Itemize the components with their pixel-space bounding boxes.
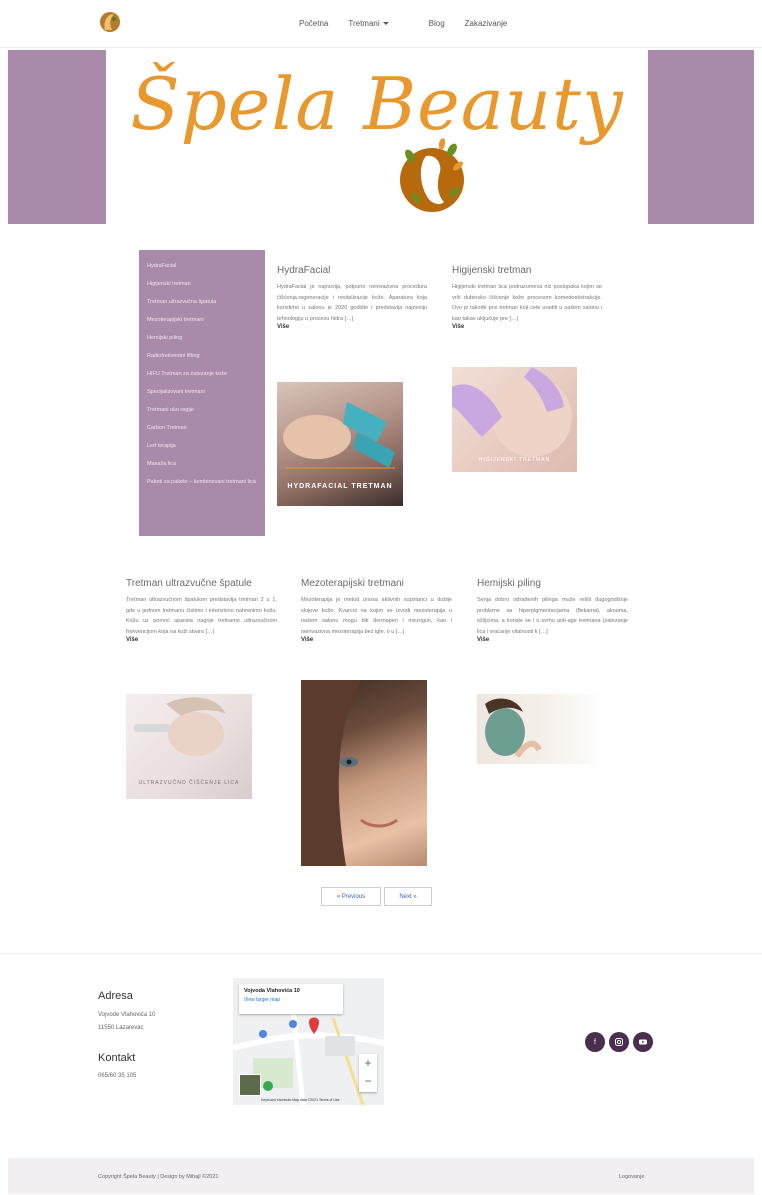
post-title[interactable]: HydraFacial — [277, 265, 427, 276]
map-place-name: Vojvoda Vlahovića 10 — [244, 988, 300, 994]
map-attribution: Keyboard shortcuts Map data ©2021 Terms … — [261, 1098, 340, 1102]
woman-face-emblem-icon — [396, 136, 468, 216]
read-more-link[interactable]: Više — [301, 637, 452, 643]
view-larger-map-link[interactable]: View larger map — [244, 997, 338, 1003]
sidebar-item-radiofrequency[interactable]: Radiofrekventni lifting — [147, 353, 257, 360]
nav-treatments-label: Tretmani — [348, 19, 380, 28]
post-image-hydrafacial[interactable]: HYDRAFACIAL TRETMAN — [277, 382, 403, 506]
hero-logo-area: Špela Beauty — [106, 50, 648, 224]
nav-booking[interactable]: Zakazivanje — [465, 19, 508, 28]
sidebar-item-hygienic[interactable]: Higijenski tretman — [147, 281, 257, 288]
facebook-icon[interactable]: f — [585, 1032, 605, 1052]
post-hydrafacial: HydraFacial HydraFacial je najnovija, po… — [277, 265, 427, 334]
phone-number[interactable]: 065/60 35 105 — [98, 1071, 136, 1082]
post-hygienic: Higijenski tretman Higijenski tretman li… — [452, 265, 602, 334]
chevron-down-icon — [382, 22, 389, 26]
post-mesotherapy: Mezoterapijski tretmani Mezoterapija je … — [301, 578, 452, 647]
zoom-out-button[interactable]: − — [359, 1073, 377, 1092]
address-line2: 11550 Lazarevac — [98, 1025, 144, 1031]
post-title[interactable]: Higijenski tretman — [452, 265, 602, 276]
next-page-button[interactable]: Next » — [384, 887, 432, 906]
sidebar-item-chemical-peel[interactable]: Hemijski piling — [147, 335, 257, 342]
sidebar-item-specialized[interactable]: Specijalizovani tretmani — [147, 389, 257, 396]
image-caption: HIGIJENSKI TRETMAN — [478, 457, 551, 463]
hero-banner: Špela Beauty — [8, 50, 754, 224]
sidebar-item-packages[interactable]: Paketi za pakete – kombinovani tretmani … — [147, 479, 257, 486]
satellite-toggle[interactable] — [239, 1074, 261, 1096]
post-chemical-peel: Hemijski piling Senja dobro odrađenih pi… — [477, 578, 628, 647]
sidebar-item-ultrasonic[interactable]: Tretman ultrazvučna špatula — [147, 299, 257, 306]
post-image-hygienic[interactable]: HIGIJENSKI TRETMAN — [452, 367, 577, 472]
read-more-link[interactable]: Više — [452, 324, 602, 330]
post-title[interactable]: Mezoterapijski tretmani — [301, 578, 452, 589]
post-excerpt: Tretman ultrazvučnom špatulom predstavlj… — [126, 597, 277, 635]
post-ultrasonic: Tretman ultrazvučne špatule Tretman ultr… — [126, 578, 277, 647]
footer-divider — [0, 953, 762, 954]
contact-heading: Kontakt — [98, 1052, 136, 1064]
google-map[interactable]: Vojvoda Vlahovića 10 View larger map + −… — [233, 978, 384, 1105]
sidebar-item-carbon[interactable]: Carbon Tretman — [147, 425, 257, 432]
read-more-link[interactable]: Više — [477, 637, 628, 643]
zoom-in-button[interactable]: + — [359, 1054, 377, 1073]
sidebar-item-hydrafacial[interactable]: HydraFacial — [147, 263, 257, 270]
copyright-text: Copyright Špela Beauty | Design by Mihaj… — [98, 1174, 219, 1180]
read-more-link[interactable]: Više — [277, 324, 427, 330]
youtube-icon[interactable] — [633, 1032, 653, 1052]
post-image-ultrasonic[interactable]: ULTRAZVUČNO ČIŠĆENJE LICA — [126, 694, 252, 799]
hero-title: Špela Beauty — [130, 62, 624, 146]
map-zoom-controls: + − — [359, 1054, 377, 1092]
nav-treatments[interactable]: Tretmani — [348, 19, 408, 28]
post-excerpt: Higijenski tretman lica podrazumeva niz … — [452, 284, 602, 322]
post-image-mesotherapy[interactable] — [301, 680, 427, 866]
post-image-chemical-peel[interactable] — [477, 694, 603, 764]
address-line1: Vojvode Vlahovića 10 — [98, 1012, 156, 1018]
sidebar-item-massage[interactable]: Masaža lica — [147, 461, 257, 468]
nav-home[interactable]: Početna — [299, 19, 328, 28]
post-title[interactable]: Tretman ultrazvučne špatule — [126, 578, 277, 589]
logo-icon[interactable] — [99, 10, 121, 36]
read-more-link[interactable]: Više — [126, 637, 277, 643]
sidebar-item-hifu[interactable]: HIFU Tretman za zatezanje kože — [147, 371, 257, 378]
sidebar-item-mesotherapy[interactable]: Mezoterapijski tretmani — [147, 317, 257, 324]
post-excerpt: Senja dobro odrađenih pilinga može rešit… — [477, 597, 628, 635]
treatments-sidebar: HydraFacial Higijenski tretman Tretman u… — [139, 250, 265, 536]
instagram-icon[interactable] — [609, 1032, 629, 1052]
previous-page-button[interactable]: « Previous — [321, 887, 381, 906]
nav-links: Početna Tretmani Blog Zakazivanje — [299, 19, 527, 28]
sidebar-item-led[interactable]: Led terapija — [147, 443, 257, 450]
sidebar-item-eye-area[interactable]: Tretmani oko regije — [147, 407, 257, 414]
bottom-bar: Copyright Špela Beauty | Design by Mihaj… — [8, 1158, 754, 1194]
login-link[interactable]: Logovanje — [619, 1174, 644, 1180]
map-info-card: Vojvoda Vlahovića 10 View larger map — [239, 984, 343, 1014]
top-navbar: Početna Tretmani Blog Zakazivanje — [0, 0, 762, 48]
nav-blog[interactable]: Blog — [429, 19, 445, 28]
image-caption: HYDRAFACIAL TRETMAN — [287, 483, 393, 490]
image-caption: ULTRAZVUČNO ČIŠĆENJE LICA — [138, 780, 240, 786]
post-title[interactable]: Hemijski piling — [477, 578, 628, 589]
post-excerpt: HydraFacial je najnovija, potpuno neinva… — [277, 284, 427, 322]
address-heading: Adresa — [98, 990, 133, 1002]
post-excerpt: Mezoterapija je metod unosa aktivnih sup… — [301, 597, 452, 635]
